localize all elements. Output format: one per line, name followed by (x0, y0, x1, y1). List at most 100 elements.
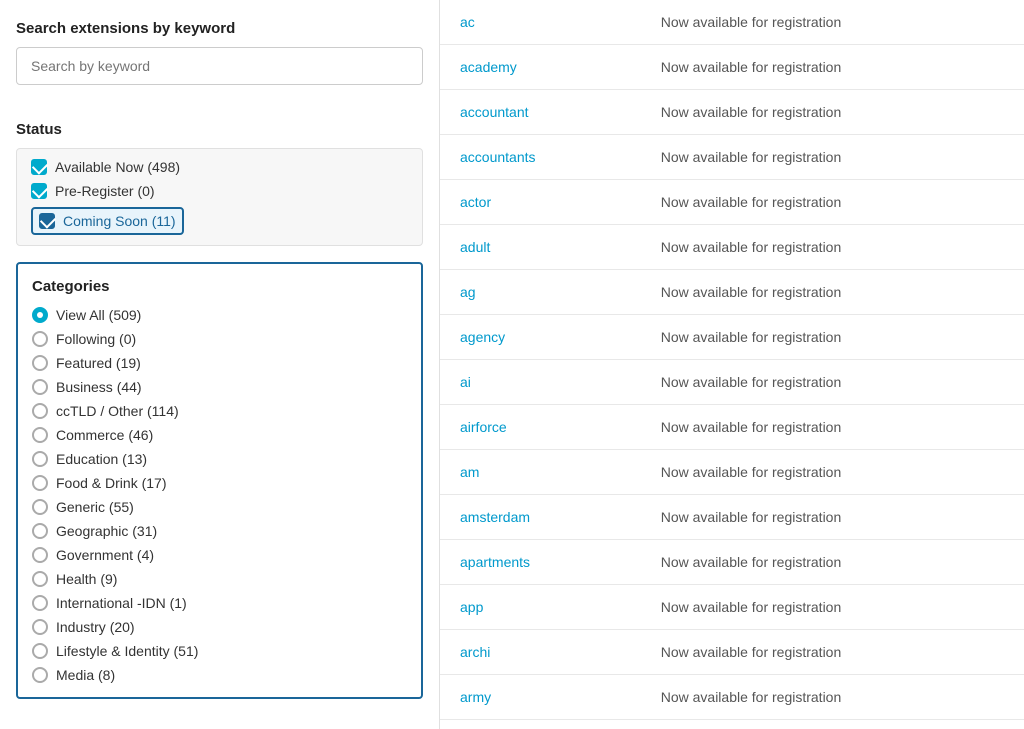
cat-viewall-radio[interactable] (32, 307, 48, 323)
cat-commerce-radio[interactable] (32, 427, 48, 443)
cat-cctld-item[interactable]: ccTLD / Other (114) (32, 403, 407, 419)
table-row: accountant Now available for registratio… (440, 90, 1024, 135)
categories-section: Categories View All (509) Following (0) … (16, 262, 423, 699)
coming-soon-wrapper: Coming Soon (11) (31, 207, 184, 235)
status-cell: Now available for registration (641, 585, 1024, 630)
extension-cell: ag (440, 270, 641, 315)
cat-geographic-radio[interactable] (32, 523, 48, 539)
cat-education-radio[interactable] (32, 451, 48, 467)
cat-business-radio[interactable] (32, 379, 48, 395)
status-cell: Now available for registration (641, 45, 1024, 90)
table-row: academy Now available for registration (440, 45, 1024, 90)
cat-media-item[interactable]: Media (8) (32, 667, 407, 683)
extension-link[interactable]: agency (460, 329, 505, 345)
table-row: archi Now available for registration (440, 630, 1024, 675)
table-row: ag Now available for registration (440, 270, 1024, 315)
status-comingsoon-checkbox[interactable] (39, 213, 55, 229)
extension-link[interactable]: amsterdam (460, 509, 530, 525)
cat-food-item[interactable]: Food & Drink (17) (32, 475, 407, 491)
extension-cell: archi (440, 630, 641, 675)
extension-link[interactable]: am (460, 464, 479, 480)
status-cell: Now available for registration (641, 225, 1024, 270)
cat-business-item[interactable]: Business (44) (32, 379, 407, 395)
cat-following-radio[interactable] (32, 331, 48, 347)
status-text: Now available for registration (661, 419, 842, 435)
cat-generic-item[interactable]: Generic (55) (32, 499, 407, 515)
cat-lifestyle-item[interactable]: Lifestyle & Identity (51) (32, 643, 407, 659)
cat-health-label: Health (9) (56, 571, 117, 587)
table-row: apartments Now available for registratio… (440, 540, 1024, 585)
cat-featured-radio[interactable] (32, 355, 48, 371)
status-preregister-label: Pre-Register (0) (55, 183, 155, 199)
cat-health-radio[interactable] (32, 571, 48, 587)
extension-cell: airforce (440, 405, 641, 450)
cat-industry-label: Industry (20) (56, 619, 135, 635)
status-cell: Now available for registration (641, 405, 1024, 450)
table-row: army Now available for registration (440, 675, 1024, 720)
cat-industry-item[interactable]: Industry (20) (32, 619, 407, 635)
extension-link[interactable]: airforce (460, 419, 507, 435)
status-available-item[interactable]: Available Now (498) (31, 159, 408, 175)
extension-cell: art (440, 720, 641, 729)
cat-education-item[interactable]: Education (13) (32, 451, 407, 467)
cat-viewall-label: View All (509) (56, 307, 141, 323)
status-section: Status Available Now (498) Pre-Register … (16, 121, 423, 246)
cat-cctld-radio[interactable] (32, 403, 48, 419)
extension-link[interactable]: army (460, 689, 491, 705)
table-row: ac Now available for registration (440, 0, 1024, 45)
status-text: Now available for registration (661, 194, 842, 210)
cat-featured-item[interactable]: Featured (19) (32, 355, 407, 371)
cat-international-radio[interactable] (32, 595, 48, 611)
cat-industry-radio[interactable] (32, 619, 48, 635)
status-available-checkbox[interactable] (31, 159, 47, 175)
extension-link[interactable]: adult (460, 239, 490, 255)
cat-following-item[interactable]: Following (0) (32, 331, 407, 347)
extension-cell: actor (440, 180, 641, 225)
cat-government-item[interactable]: Government (4) (32, 547, 407, 563)
cat-generic-label: Generic (55) (56, 499, 134, 515)
cat-following-label: Following (0) (56, 331, 136, 347)
status-comingsoon-item[interactable]: Coming Soon (11) (31, 207, 408, 235)
cat-international-item[interactable]: International -IDN (1) (32, 595, 407, 611)
extensions-tbody: ac Now available for registration academ… (440, 0, 1024, 729)
cat-education-label: Education (13) (56, 451, 147, 467)
extension-link[interactable]: academy (460, 59, 517, 75)
cat-viewall-item[interactable]: View All (509) (32, 307, 407, 323)
cat-cctld-label: ccTLD / Other (114) (56, 403, 179, 419)
extension-link[interactable]: apartments (460, 554, 530, 570)
cat-geographic-item[interactable]: Geographic (31) (32, 523, 407, 539)
cat-health-item[interactable]: Health (9) (32, 571, 407, 587)
cat-food-radio[interactable] (32, 475, 48, 491)
cat-lifestyle-radio[interactable] (32, 643, 48, 659)
extension-link[interactable]: accountants (460, 149, 536, 165)
extension-link[interactable]: app (460, 599, 483, 615)
extension-cell: academy (440, 45, 641, 90)
table-row: adult Now available for registration (440, 225, 1024, 270)
status-text: Now available for registration (661, 149, 842, 165)
cat-generic-radio[interactable] (32, 499, 48, 515)
status-preregister-checkbox[interactable] (31, 183, 47, 199)
extension-link[interactable]: archi (460, 644, 490, 660)
status-text: Now available for registration (661, 644, 842, 660)
search-input[interactable] (16, 47, 423, 85)
extension-cell: accountant (440, 90, 641, 135)
cat-business-label: Business (44) (56, 379, 142, 395)
status-comingsoon-label: Coming Soon (11) (63, 213, 176, 229)
cat-media-radio[interactable] (32, 667, 48, 683)
cat-food-label: Food & Drink (17) (56, 475, 166, 491)
status-text: Now available for registration (661, 464, 842, 480)
status-preregister-item[interactable]: Pre-Register (0) (31, 183, 408, 199)
extension-cell: agency (440, 315, 641, 360)
table-row: actor Now available for registration (440, 180, 1024, 225)
extension-link[interactable]: ac (460, 14, 475, 30)
cat-government-radio[interactable] (32, 547, 48, 563)
status-cell: Now available for registration (641, 315, 1024, 360)
cat-commerce-label: Commerce (46) (56, 427, 153, 443)
status-cell: Now available for registration (641, 720, 1024, 729)
extension-link[interactable]: ai (460, 374, 471, 390)
extension-link[interactable]: actor (460, 194, 491, 210)
cat-commerce-item[interactable]: Commerce (46) (32, 427, 407, 443)
extension-link[interactable]: accountant (460, 104, 529, 120)
status-text: Now available for registration (661, 374, 842, 390)
extension-link[interactable]: ag (460, 284, 476, 300)
